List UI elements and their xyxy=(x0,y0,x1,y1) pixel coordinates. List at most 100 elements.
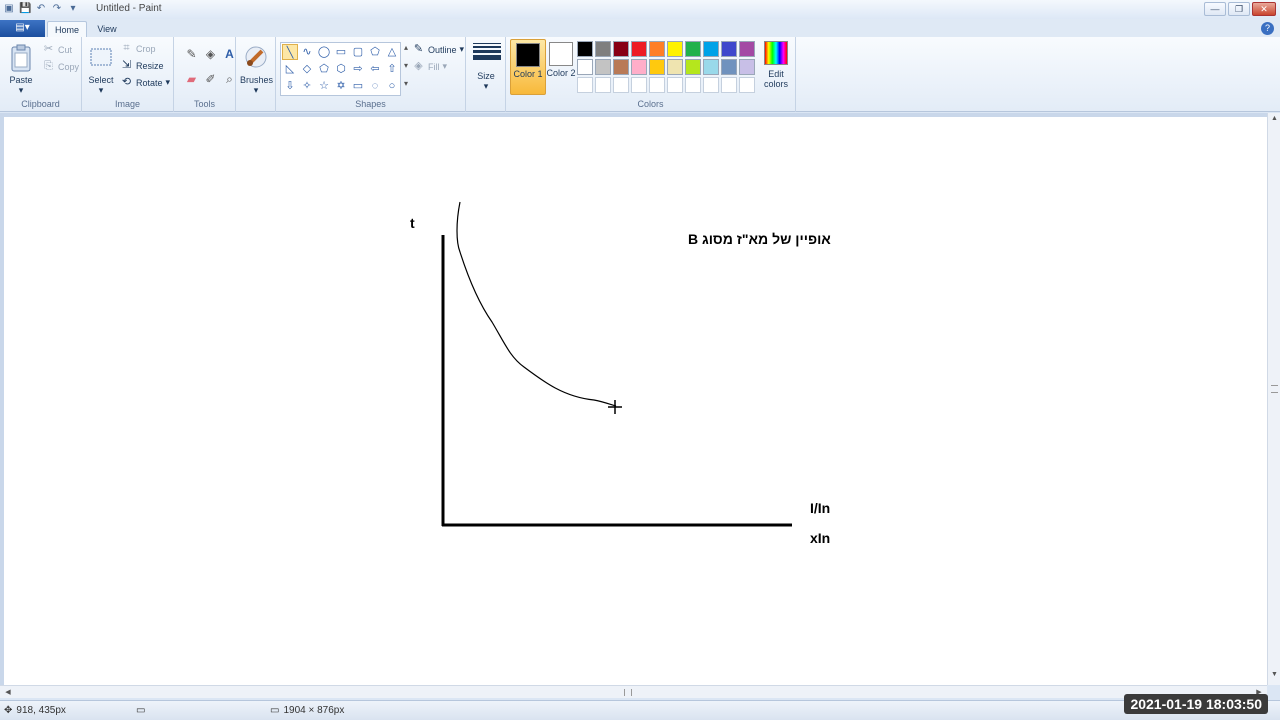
triangle-shape-icon[interactable]: △ xyxy=(384,44,400,60)
help-icon[interactable]: ? xyxy=(1261,22,1274,35)
palette-swatch[interactable] xyxy=(721,77,737,93)
cut-button[interactable]: ✂ Cut xyxy=(42,43,72,56)
pentagon-shape-icon[interactable]: ⬠ xyxy=(316,61,332,77)
palette-swatch[interactable] xyxy=(685,59,701,75)
callout-rect-shape-icon[interactable]: ▭ xyxy=(350,78,366,94)
palette-swatch[interactable] xyxy=(631,59,647,75)
maximize-button[interactable]: ❐ xyxy=(1228,2,1250,16)
down-arrow-shape-icon[interactable]: ⇩ xyxy=(282,78,298,94)
palette-swatch[interactable] xyxy=(703,41,719,57)
pencil-icon[interactable]: ✎ xyxy=(183,46,200,63)
palette-swatch[interactable] xyxy=(667,41,683,57)
right-triangle-shape-icon[interactable]: ◺ xyxy=(282,61,298,77)
size-dropdown-icon: ▾ xyxy=(483,81,489,91)
close-button[interactable]: ✕ xyxy=(1252,2,1276,16)
palette-swatch[interactable] xyxy=(667,77,683,93)
palette-swatch[interactable] xyxy=(703,77,719,93)
scroll-up-icon[interactable]: ▲ xyxy=(1268,115,1280,127)
hscroll-grip[interactable] xyxy=(624,689,632,696)
palette-swatch[interactable] xyxy=(631,41,647,57)
four-point-star-shape-icon[interactable]: ✧ xyxy=(299,78,315,94)
oval-shape-icon[interactable]: ◯ xyxy=(316,44,332,60)
outline-button[interactable]: ✎ Outline ▾ xyxy=(412,43,464,56)
rectangle-shape-icon[interactable]: ▭ xyxy=(333,44,349,60)
eraser-icon[interactable]: ▰ xyxy=(183,71,200,88)
title-bar: ▣ 💾 ↶ ↷ ▾ Untitled - Paint — ❐ ✕ xyxy=(0,0,1280,19)
customize-qat-icon[interactable]: ▾ xyxy=(67,2,79,15)
scroll-down-icon[interactable]: ▼ xyxy=(1268,671,1280,683)
palette-swatch[interactable] xyxy=(685,41,701,57)
color-1-selector[interactable]: Color 1 xyxy=(510,39,546,95)
resize-button[interactable]: ⇲ Resize xyxy=(120,59,164,72)
color-2-label: Color 2 xyxy=(546,68,576,78)
brushes-button[interactable]: Brushes ▾ xyxy=(240,43,273,96)
palette-swatch[interactable] xyxy=(577,59,593,75)
shapes-more-icon[interactable]: ▾ xyxy=(404,79,408,88)
minimize-button[interactable]: — xyxy=(1204,2,1226,16)
tab-view[interactable]: View xyxy=(90,21,124,38)
vertical-scrollbar[interactable]: ▲ ▼ xyxy=(1267,113,1280,685)
left-arrow-shape-icon[interactable]: ⇦ xyxy=(367,61,383,77)
drawing-canvas[interactable]: t B אופיין של מא"ז מסוג I/In xIn xyxy=(4,117,1267,685)
palette-swatch[interactable] xyxy=(739,41,755,57)
palette-swatch[interactable] xyxy=(613,77,629,93)
diamond-shape-icon[interactable]: ◇ xyxy=(299,61,315,77)
tab-home[interactable]: Home xyxy=(47,21,87,38)
trip-curve xyxy=(456,201,617,407)
palette-swatch[interactable] xyxy=(577,77,593,93)
palette-swatch[interactable] xyxy=(613,59,629,75)
line-shape-icon[interactable]: ╲ xyxy=(282,44,298,60)
right-arrow-shape-icon[interactable]: ⇨ xyxy=(350,61,366,77)
palette-swatch[interactable] xyxy=(649,77,665,93)
fill-button[interactable]: ◈ Fill ▾ xyxy=(412,60,447,73)
rotate-button[interactable]: ⟲ Rotate ▾ xyxy=(120,76,170,89)
horizontal-scrollbar[interactable]: ◀ ▶ xyxy=(0,685,1267,698)
paste-button[interactable]: Paste ▾ xyxy=(6,43,36,96)
redo-icon[interactable]: ↷ xyxy=(51,2,63,15)
colors-group-label: Colors xyxy=(637,99,664,109)
palette-swatch[interactable] xyxy=(703,59,719,75)
select-button[interactable]: Select ▾ xyxy=(86,43,116,96)
copy-button[interactable]: ⎘ Copy xyxy=(42,60,79,73)
undo-icon[interactable]: ↶ xyxy=(35,2,47,15)
file-menu-button[interactable]: ▤▾ xyxy=(0,20,45,37)
five-point-star-shape-icon[interactable]: ☆ xyxy=(316,78,332,94)
color-picker-icon[interactable]: ✐ xyxy=(202,71,219,88)
palette-swatch[interactable] xyxy=(685,77,701,93)
palette-swatch[interactable] xyxy=(739,77,755,93)
palette-swatch[interactable] xyxy=(649,41,665,57)
edit-colors-button[interactable]: Edit colors xyxy=(762,41,790,89)
callout-cloud-shape-icon[interactable]: ○ xyxy=(384,78,400,94)
shapes-group-label: Shapes xyxy=(355,99,386,109)
curve-shape-icon[interactable]: ∿ xyxy=(299,44,315,60)
rounded-rectangle-shape-icon[interactable]: ▢ xyxy=(350,44,366,60)
paste-label: Paste xyxy=(9,75,33,85)
palette-swatch[interactable] xyxy=(739,59,755,75)
palette-swatch[interactable] xyxy=(595,59,611,75)
palette-swatch[interactable] xyxy=(577,41,593,57)
palette-swatch[interactable] xyxy=(595,41,611,57)
up-arrow-shape-icon[interactable]: ⇧ xyxy=(384,61,400,77)
color-2-selector[interactable]: Color 2 xyxy=(543,39,579,95)
palette-swatch[interactable] xyxy=(613,41,629,57)
palette-swatch[interactable] xyxy=(631,77,647,93)
six-point-star-shape-icon[interactable]: ✡ xyxy=(333,78,349,94)
polygon-shape-icon[interactable]: ⬠ xyxy=(367,44,383,60)
callout-oval-shape-icon[interactable]: ◌ xyxy=(367,78,383,94)
rotate-label: Rotate xyxy=(136,77,163,88)
hexagon-shape-icon[interactable]: ⬡ xyxy=(333,61,349,77)
size-button[interactable]: Size ▾ xyxy=(466,71,506,92)
scroll-left-icon[interactable]: ◀ xyxy=(2,686,14,699)
palette-swatch[interactable] xyxy=(649,59,665,75)
palette-swatch[interactable] xyxy=(595,77,611,93)
crop-button[interactable]: ⌗ Crop xyxy=(120,42,155,55)
palette-swatch[interactable] xyxy=(721,59,737,75)
palette-swatch[interactable] xyxy=(667,59,683,75)
save-icon[interactable]: 💾 xyxy=(19,2,31,15)
size-icon[interactable] xyxy=(473,43,501,67)
palette-swatch[interactable] xyxy=(721,41,737,57)
shapes-scroll-down-icon[interactable]: ▾ xyxy=(404,61,408,70)
vscroll-grip[interactable] xyxy=(1271,385,1278,393)
shapes-scroll-up-icon[interactable]: ▴ xyxy=(404,43,408,52)
fill-bucket-icon[interactable]: ◈ xyxy=(202,46,219,63)
